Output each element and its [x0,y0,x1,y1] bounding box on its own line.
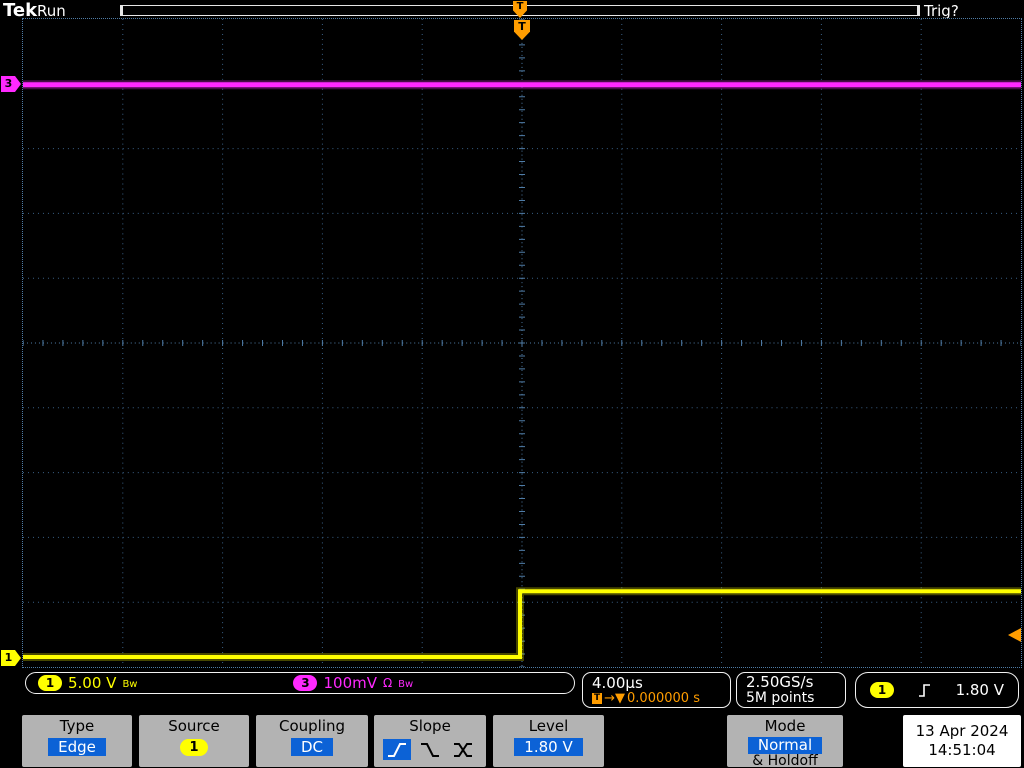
menu-type-value: Edge [48,738,106,756]
menu-type-button[interactable]: Type Edge [22,715,132,767]
menu-source-value: 1 [180,739,208,756]
either-edge-icon[interactable] [449,739,477,760]
menu-slope-label: Slope [409,717,451,735]
ch1-scale: 5.00 V [68,674,117,692]
menu-level-label: Level [528,717,569,735]
slope-options [374,739,486,760]
menu-coupling-button[interactable]: Coupling DC [256,715,368,767]
rising-edge-icon[interactable] [383,739,411,760]
falling-edge-icon[interactable] [416,739,444,760]
menu-source-button[interactable]: Source 1 [139,715,249,767]
waveform-svg [23,19,1021,667]
trigger-level-arrow[interactable] [1008,628,1021,642]
sample-rate: 2.50GS/s [746,673,814,691]
acquisition-readout-box: 2.50GS/s 5M points [736,672,846,708]
trigger-t-badge: T [592,693,603,704]
trigger-position-value: 0.000000 s [627,690,700,706]
ch1-badge: 1 [38,675,62,691]
datetime-display: 13 Apr 2024 14:51:04 [903,715,1021,767]
date-text: 13 Apr 2024 [915,722,1009,740]
ch1-bandwidth-label: Bw [122,679,138,690]
menu-coupling-value: DC [290,738,334,756]
trigger-source-badge: 1 [870,682,894,698]
menu-type-label: Type [59,717,95,735]
trigger-level-value: 1.80 V [955,681,1004,699]
ch1-trace [23,589,1021,660]
oscilloscope-screen: Tek Run T Trig? T 3 1 1 5.00 V Bw 3 100m… [0,0,1024,768]
trigger-readout-box: 1 1.80 V [855,672,1019,708]
trigger-position-arrow-icon: →▼ [604,690,626,706]
channel1-marker[interactable]: 1 [1,650,21,666]
menu-coupling-label: Coupling [278,717,346,735]
ch3-scale: 100mV [323,674,377,692]
ch3-impedance-label: Ω [383,676,393,690]
menu-level-button[interactable]: Level 1.80 V [493,715,604,767]
time-text: 14:51:04 [928,741,996,759]
menu-mode-button[interactable]: Mode Normal & Holdoff [727,715,843,768]
timebase-scale: 4.00µs [592,673,643,692]
trigger-position-readout: T →▼ 0.000000 s [592,690,700,706]
ch3-badge: 3 [293,675,318,691]
rising-edge-icon [918,683,932,698]
horizontal-readout-box: 4.00µs T →▼ 0.000000 s [582,672,731,708]
channel-readout-box: 1 5.00 V Bw 3 100mV Ω Bw [25,672,575,694]
record-length: 5M points [746,690,815,706]
menu-level-value: 1.80 V [514,738,583,756]
menu-slope-button[interactable]: Slope [374,715,486,767]
menu-mode-value: Normal [747,737,823,754]
menu-mode-label: Mode [764,717,806,735]
channel3-marker[interactable]: 3 [1,76,21,92]
menu-source-label: Source [168,717,220,735]
menu-mode-value2: & Holdoff [752,753,818,768]
graticule: T [22,18,1022,668]
ch3-bandwidth-label: Bw [398,679,414,690]
